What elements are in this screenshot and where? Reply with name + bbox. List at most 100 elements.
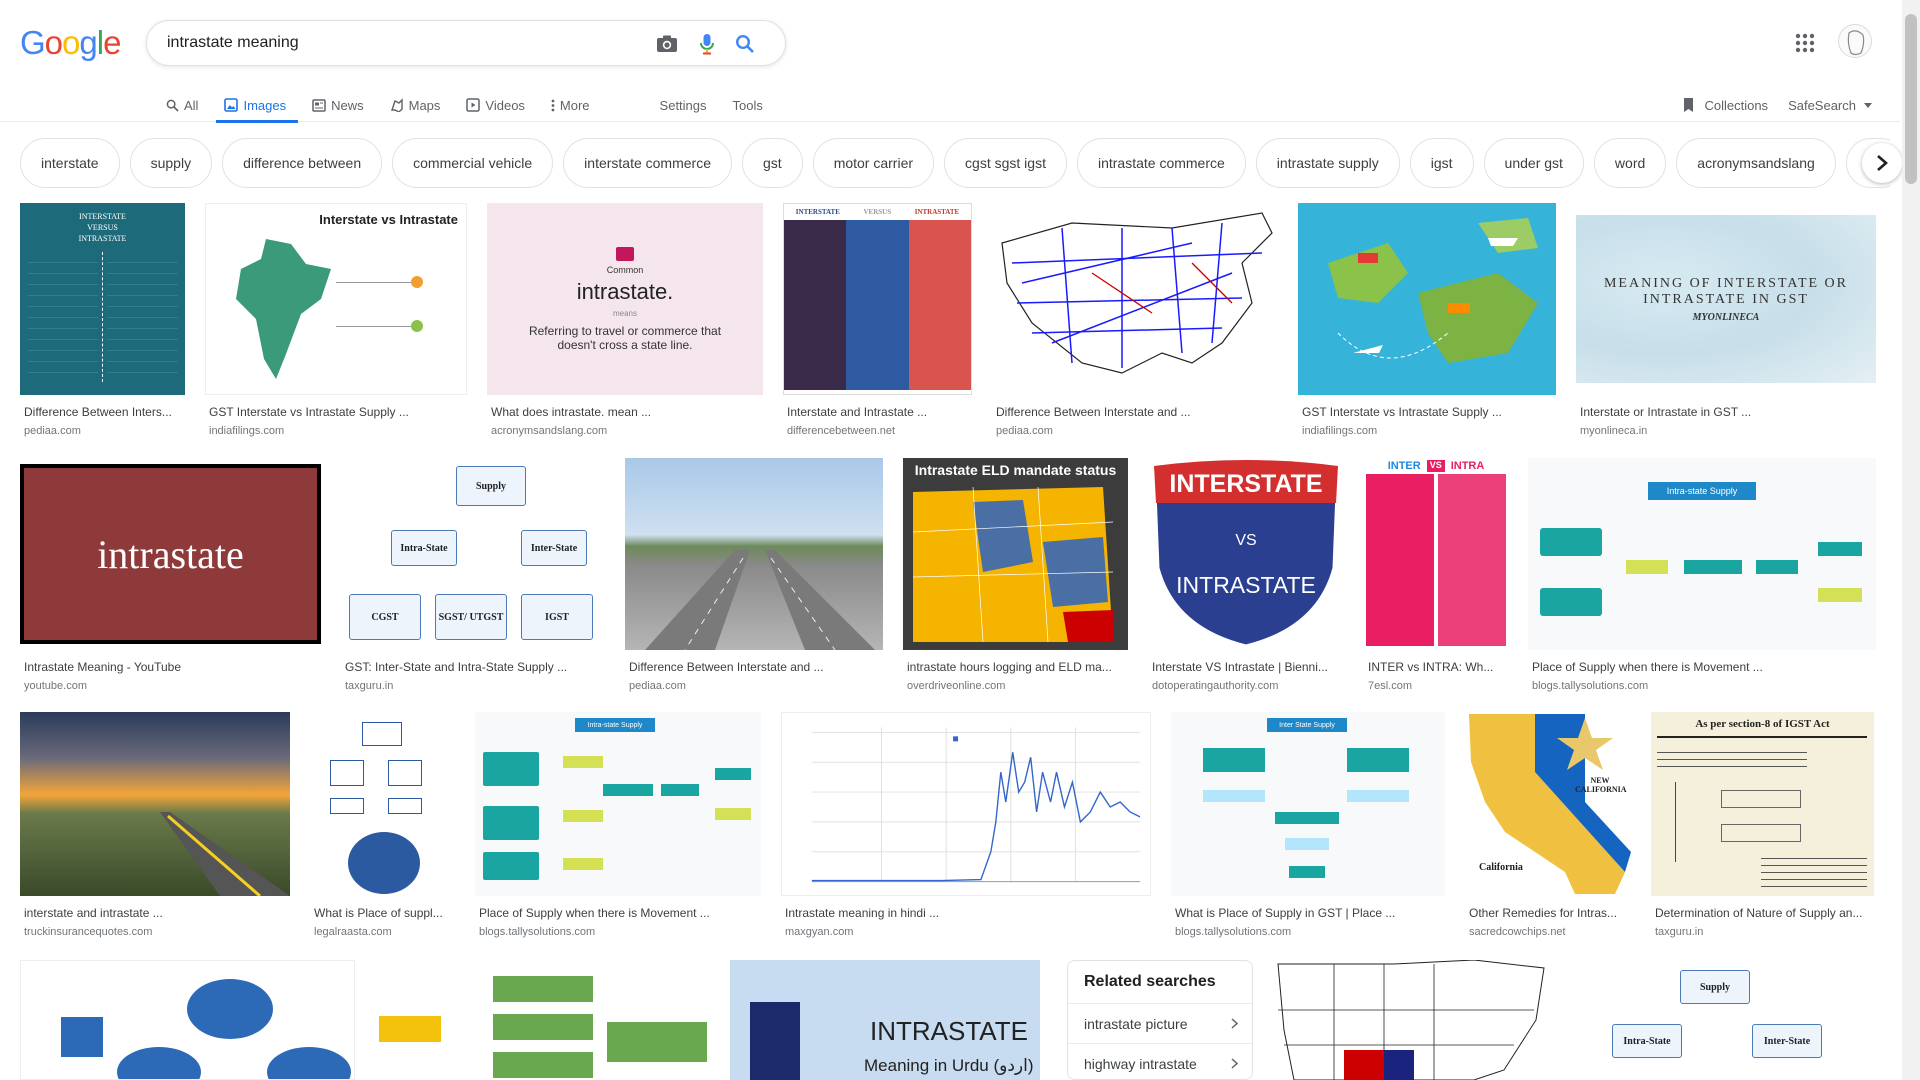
image-result[interactable] — [1274, 959, 1548, 1080]
image-result[interactable]: Supply Intra-State Inter-State CGST SGST… — [341, 458, 605, 692]
image-result[interactable]: interstate and intrastate ... truckinsur… — [20, 712, 290, 938]
image-result[interactable] — [20, 960, 355, 1080]
chips-next-button[interactable] — [1862, 143, 1902, 183]
google-logo[interactable]: Google — [20, 24, 121, 62]
account-avatar[interactable] — [1838, 24, 1872, 58]
thumb-head: INTRASTATE — [914, 208, 960, 216]
result-source: pediaa.com — [24, 425, 81, 437]
image-result[interactable]: GST Interstate vs Intrastate Supply ... … — [1298, 203, 1556, 437]
collections-link[interactable]: Collections — [1682, 97, 1768, 113]
diagram-node: Intra-state Supply — [575, 718, 655, 732]
chip[interactable]: acronymsandslang — [1676, 138, 1836, 188]
more-dots-icon — [551, 99, 555, 111]
result-thumbnail: Intrastate ELD mandate status — [903, 458, 1128, 650]
thumb-head: VERSUS — [863, 208, 892, 216]
safesearch-dropdown[interactable]: SafeSearch — [1788, 98, 1872, 113]
result-caption: Interstate VS Intrastate | Bienni... — [1152, 660, 1328, 674]
thumb-title: MEANING OF INTERSTATE OR INTRASTATE IN G… — [1603, 275, 1849, 307]
result-thumbnail: INTERSTATE VERSUS INTRASTATE — [20, 203, 185, 395]
image-result[interactable]: INTERSTATE VS INTRASTATE Interstate VS I… — [1148, 458, 1344, 692]
result-caption: GST Interstate vs Intrastate Supply ... — [209, 405, 409, 419]
chip[interactable]: gst — [742, 138, 803, 188]
result-source: pediaa.com — [996, 425, 1053, 437]
chip[interactable]: cgst sgst igst — [944, 138, 1067, 188]
tab-all[interactable]: All — [166, 88, 198, 122]
search-input[interactable] — [167, 31, 647, 55]
search-icon[interactable] — [733, 32, 757, 56]
image-result[interactable]: MEANING OF INTERSTATE OR INTRASTATE IN G… — [1576, 203, 1876, 437]
result-thumbnail: Intra-state Supply — [475, 712, 761, 896]
chip[interactable]: intrastate supply — [1255, 138, 1400, 188]
tab-images[interactable]: Images — [216, 88, 298, 123]
image-result[interactable] — [375, 960, 710, 1080]
chip[interactable]: difference between — [222, 138, 383, 188]
tab-videos[interactable]: Videos — [466, 88, 525, 122]
result-source: legalraasta.com — [314, 926, 392, 938]
image-result[interactable]: INTER VS INTRA INTER vs INTRA: Wh... 7es… — [1364, 458, 1508, 692]
tab-maps[interactable]: Maps — [390, 88, 441, 122]
tab-news[interactable]: News — [312, 88, 364, 122]
image-result[interactable]: What is Place of suppl... legalraasta.co… — [310, 712, 455, 938]
thumb-text: means — [612, 308, 637, 318]
image-result[interactable]: Intrastate ELD mandate status intrastate… — [903, 458, 1128, 692]
result-caption: Determination of Nature of Supply an... — [1655, 906, 1863, 920]
result-thumbnail: As per section-8 of IGST Act — [1651, 712, 1874, 896]
tab-label: Maps — [408, 97, 441, 113]
result-source: dotoperatingauthority.com — [1152, 680, 1279, 692]
chevron-right-icon — [1231, 1018, 1238, 1029]
chip[interactable]: motor carrier — [812, 138, 935, 188]
result-thumbnail: INTERSTATE VS INTRASTATE — [1148, 458, 1344, 650]
related-search-label: intrastate picture — [1084, 1015, 1188, 1032]
map-label: NEW CALIFORNIA — [1575, 776, 1627, 794]
scrollbar-thumb[interactable] — [1905, 14, 1917, 184]
chevron-right-icon — [1231, 1058, 1238, 1069]
settings-link[interactable]: Settings — [660, 88, 707, 122]
image-result[interactable]: Difference Between Interstate and ... pe… — [625, 458, 883, 692]
image-result[interactable]: Inter State Supply What is Place of Supp… — [1171, 712, 1445, 938]
result-thumbnail — [20, 960, 355, 1080]
thumb-text: Common — [606, 264, 644, 275]
chip[interactable]: interstate — [20, 138, 120, 188]
result-thumbnail — [20, 712, 290, 896]
chip[interactable]: commercial vehicle — [392, 138, 554, 188]
chip[interactable]: word — [1593, 138, 1667, 188]
result-thumbnail: INTERSTATE VERSUS INTRASTATE — [783, 203, 972, 395]
vertical-scrollbar[interactable] — [1902, 0, 1920, 1080]
apps-grid-icon[interactable] — [1794, 32, 1816, 54]
image-result[interactable]: INTERSTATE VERSUS INTRASTATE Interstate … — [783, 203, 972, 437]
result-source: taxguru.in — [1655, 926, 1704, 938]
related-search-item[interactable]: intrastate picture — [1068, 1003, 1252, 1043]
result-thumbnail: INTRASTATE Meaning in Urdu (اردو) — [730, 960, 1040, 1080]
image-result[interactable]: Intra-state Supply Place of Supply when … — [1528, 458, 1876, 692]
image-result[interactable]: NEW CALIFORNIA California Other Remedies… — [1465, 712, 1631, 938]
chip[interactable]: igst — [1409, 138, 1474, 188]
image-result[interactable]: intrastate Intrastate Meaning - YouTube … — [20, 458, 321, 692]
results-row: intrastate Intrastate Meaning - YouTube … — [20, 458, 1876, 692]
image-result[interactable]: INTERSTATE VERSUS INTRASTATE Difference … — [20, 203, 185, 437]
chip[interactable]: supply — [129, 138, 213, 188]
diagram-node: CGST — [349, 594, 421, 640]
related-search-item[interactable]: highway intrastate — [1068, 1043, 1252, 1079]
image-result[interactable]: Intra-state Supply Place of Supply when … — [475, 712, 761, 938]
chip[interactable]: interstate commerce — [563, 138, 732, 188]
image-result[interactable]: INTRASTATE Meaning in Urdu (اردو) — [730, 960, 1040, 1080]
camera-icon[interactable] — [655, 32, 679, 56]
image-result[interactable]: As per section-8 of IGST Act Determinati… — [1651, 712, 1874, 938]
microphone-icon[interactable] — [695, 32, 719, 56]
image-result[interactable]: Supply Intra-State Inter-State — [1568, 960, 1878, 1080]
tools-link[interactable]: Tools — [733, 88, 763, 122]
search-tabs: All Images News Maps Videos More Setting… — [166, 88, 789, 123]
chip[interactable]: intrastate commerce — [1076, 138, 1246, 188]
image-result[interactable]: Common intrastate. means Referring to tr… — [487, 203, 763, 437]
result-caption: Intrastate Meaning - YouTube — [24, 660, 181, 674]
diagram-node: SGST/ UTGST — [435, 594, 507, 640]
chip[interactable]: under gst — [1483, 138, 1584, 188]
image-result[interactable]: Interstate vs Intrastate GST Interstate … — [205, 203, 467, 437]
related-searches-title: Related searches — [1084, 973, 1216, 990]
tab-more[interactable]: More — [551, 88, 590, 122]
results-row: INTERSTATE VERSUS INTRASTATE Difference … — [20, 203, 1876, 437]
result-thumbnail: Interstate vs Intrastate — [205, 203, 467, 395]
result-thumbnail: Intra-state Supply — [1528, 458, 1876, 650]
image-result[interactable]: Intrastate meaning in hindi ... maxgyan.… — [781, 712, 1151, 938]
image-result[interactable]: Difference Between Interstate and ... pe… — [992, 203, 1278, 437]
